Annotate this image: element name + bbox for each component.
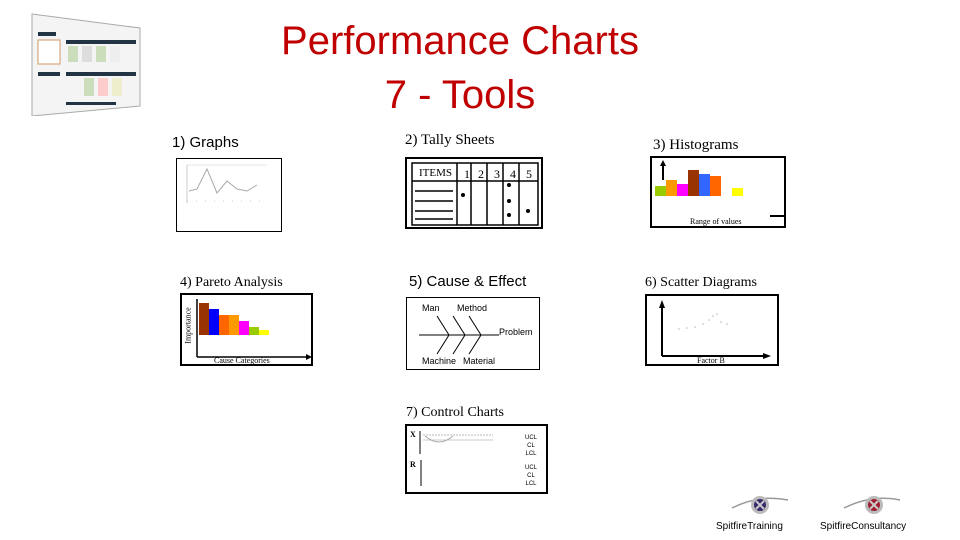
tally-header-4: 4 bbox=[510, 167, 516, 181]
whiteboard-image bbox=[28, 12, 144, 116]
histogram-bar bbox=[699, 174, 710, 196]
histogram-bar bbox=[732, 188, 743, 196]
histogram-bar bbox=[710, 176, 721, 196]
fishbone-box: Man Method Problem Machine Material bbox=[406, 297, 540, 370]
ucl: UCL bbox=[525, 435, 538, 441]
tally-header-1: 1 bbox=[464, 167, 470, 181]
tally-header-3: 3 bbox=[494, 167, 500, 181]
cause-effect-label: 5) Cause & Effect bbox=[409, 273, 527, 290]
scatter-xlabel: Factor B bbox=[697, 356, 725, 365]
cl: CL bbox=[527, 473, 535, 479]
tally-sheet: ITEMS 1 2 3 4 5 bbox=[405, 157, 543, 229]
tally-label: 2) Tally Sheets bbox=[405, 132, 495, 148]
graphs-thumbnail bbox=[176, 158, 282, 232]
scatter-label: 6) Scatter Diagrams bbox=[645, 275, 757, 290]
fishbone-problem: Problem bbox=[499, 327, 533, 337]
control-r-label: R bbox=[410, 460, 416, 469]
tally-header-5: 5 bbox=[526, 167, 532, 181]
title-line-1: Performance Charts bbox=[281, 19, 639, 63]
histograms-label: 3) Histograms bbox=[653, 137, 739, 153]
control-x-label: X bbox=[410, 430, 416, 439]
slide-title: Performance Charts 7 - Tools bbox=[240, 14, 680, 122]
pareto-bar bbox=[219, 315, 229, 335]
control-chart-box: X R UCL CL LCL UCL CL LCL bbox=[405, 424, 548, 494]
title-line-2: 7 - Tools bbox=[384, 73, 536, 117]
histogram-bar bbox=[677, 184, 688, 196]
histogram-bar bbox=[688, 170, 699, 196]
histogram-xlabel: Range of values bbox=[690, 217, 742, 226]
fishbone-machine: Machine bbox=[422, 356, 457, 366]
pareto-bar bbox=[199, 303, 209, 335]
pareto-bar bbox=[249, 327, 259, 335]
scatter-box: Factor B bbox=[645, 294, 779, 366]
pareto-ylabel: Importance bbox=[183, 307, 193, 344]
histogram-bar bbox=[655, 186, 666, 196]
fishbone-man: Man bbox=[422, 303, 440, 313]
logo-text-consultancy: SpitfireConsultancy bbox=[820, 521, 907, 532]
tally-header-items: ITEMS bbox=[419, 167, 452, 179]
tally-header-2: 2 bbox=[478, 167, 484, 181]
spitfire-consultancy-logo: SpitfireConsultancy bbox=[818, 492, 938, 534]
pareto-box: Importance Cause Categories bbox=[180, 293, 313, 366]
ucl: UCL bbox=[525, 465, 538, 471]
lcl: LCL bbox=[525, 481, 537, 487]
cl: CL bbox=[527, 443, 535, 449]
pareto-bar bbox=[209, 309, 219, 335]
fishbone-method: Method bbox=[457, 303, 488, 313]
histogram-box: Range of values bbox=[650, 156, 786, 228]
pareto-xlabel: Cause Categories bbox=[214, 356, 270, 365]
pareto-bar bbox=[229, 315, 239, 335]
spitfire-training-logo: SpitfireTraining bbox=[712, 492, 808, 534]
histogram-bar bbox=[666, 180, 677, 196]
control-x-limits: UCL CL LCL bbox=[525, 434, 537, 458]
line-graph bbox=[186, 164, 267, 203]
lcl: LCL bbox=[525, 451, 537, 457]
control-label: 7) Control Charts bbox=[406, 405, 504, 420]
logo-text-training: SpitfireTraining bbox=[716, 521, 783, 532]
graphs-label: 1) Graphs bbox=[172, 134, 239, 151]
pareto-bar bbox=[259, 330, 269, 335]
pareto-label: 4) Pareto Analysis bbox=[180, 275, 283, 290]
pareto-bar bbox=[239, 321, 249, 335]
fishbone-material: Material bbox=[463, 356, 496, 366]
control-r-limits: UCL CL LCL bbox=[525, 464, 537, 488]
